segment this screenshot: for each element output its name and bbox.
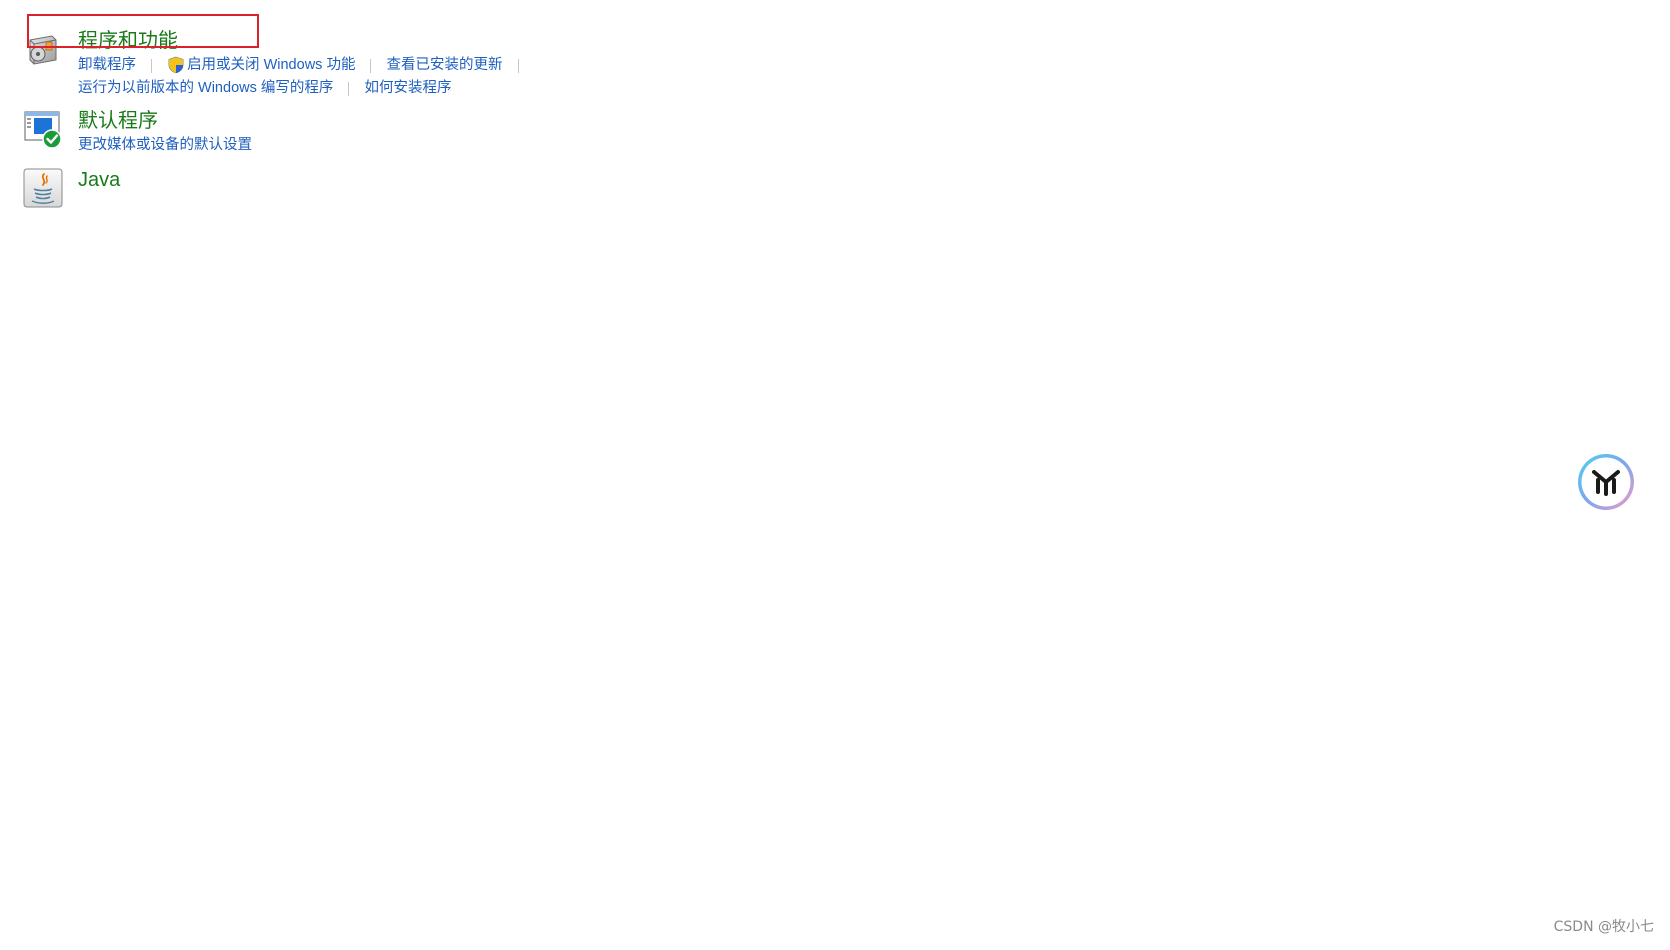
programs-link-row-1: 卸载程序 启用或关闭 Windows 功能 查看已安装的更新 bbox=[78, 54, 530, 77]
windows-features-label: 启用或关闭 Windows 功能 bbox=[187, 57, 356, 73]
default-programs-link-row: 更改媒体或设备的默认设置 bbox=[78, 134, 252, 157]
java-icon bbox=[23, 168, 63, 208]
default-programs-icon bbox=[24, 111, 62, 149]
link-separator bbox=[151, 58, 153, 73]
uninstall-program-link[interactable]: 卸载程序 bbox=[78, 54, 136, 77]
programs-and-features-body: 程序和功能 卸载程序 启用或关闭 Windows 功能 查看已安装的更新 运行为… bbox=[78, 28, 530, 100]
link-separator bbox=[370, 58, 372, 73]
control-panel-programs-page: 程序和功能 卸载程序 启用或关闭 Windows 功能 查看已安装的更新 运行为… bbox=[0, 0, 1670, 950]
default-programs-body: 默认程序 更改媒体或设备的默认设置 bbox=[78, 108, 252, 157]
windows-features-link[interactable]: 启用或关闭 Windows 功能 bbox=[167, 54, 355, 77]
programs-and-features-icon bbox=[29, 35, 57, 65]
uac-shield-icon bbox=[168, 56, 184, 74]
programs-link-row-2: 运行为以前版本的 Windows 编写的程序 如何安装程序 bbox=[78, 77, 530, 100]
programs-and-features-title[interactable]: 程序和功能 bbox=[78, 28, 530, 54]
run-old-programs-link[interactable]: 运行为以前版本的 Windows 编写的程序 bbox=[78, 77, 333, 100]
java-body: Java bbox=[78, 167, 120, 193]
how-to-install-link[interactable]: 如何安装程序 bbox=[364, 77, 451, 100]
link-separator bbox=[348, 81, 350, 96]
csdn-watermark: CSDN @牧小七 bbox=[1553, 919, 1654, 935]
java-title[interactable]: Java bbox=[78, 167, 120, 193]
change-media-defaults-link[interactable]: 更改媒体或设备的默认设置 bbox=[78, 134, 252, 157]
default-programs-title[interactable]: 默认程序 bbox=[78, 108, 252, 134]
floating-assistant-icon[interactable] bbox=[1576, 452, 1636, 512]
view-installed-updates-link[interactable]: 查看已安装的更新 bbox=[387, 54, 503, 77]
link-separator bbox=[517, 58, 519, 73]
